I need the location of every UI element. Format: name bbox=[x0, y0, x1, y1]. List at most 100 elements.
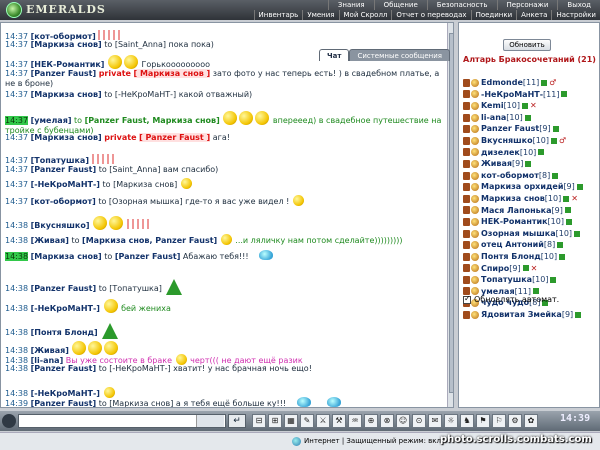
message-recipient[interactable]: [Топатушка] bbox=[109, 284, 162, 293]
info-icon[interactable] bbox=[524, 114, 531, 121]
info-icon[interactable] bbox=[552, 126, 559, 133]
info-icon[interactable] bbox=[559, 253, 566, 260]
user-list-item[interactable]: Вкусняшко [10] ♂ bbox=[463, 135, 597, 147]
auto-update-toggle[interactable]: Обновлять автомат. bbox=[463, 294, 559, 304]
toolbar-icon[interactable]: ✎ bbox=[300, 414, 314, 428]
info-icon[interactable] bbox=[551, 137, 557, 144]
nav-item-characters[interactable]: Персонажи bbox=[496, 0, 558, 10]
user-name[interactable]: кот-обормот bbox=[481, 170, 539, 182]
toolbar-icon[interactable]: ⚐ bbox=[492, 414, 506, 428]
toolbar-icon[interactable]: ⊗ bbox=[380, 414, 394, 428]
toolbar-icon[interactable]: ☺ bbox=[396, 414, 410, 428]
user-list-item[interactable]: Топатушка [10] bbox=[463, 274, 597, 286]
info-icon[interactable] bbox=[565, 218, 572, 225]
message-author[interactable]: [Живая] bbox=[31, 236, 69, 245]
message-author[interactable]: [Panzer Faust] bbox=[31, 399, 97, 407]
toolbar-icon[interactable]: ♒ bbox=[348, 414, 362, 428]
toolbar-icon[interactable]: ⊙ bbox=[412, 414, 426, 428]
user-name[interactable]: Живая bbox=[481, 158, 512, 170]
message-recipient[interactable]: [Panzer Faust] bbox=[115, 252, 181, 261]
message-author[interactable]: [Panzer Faust] bbox=[31, 284, 97, 293]
user-list-item[interactable]: Edmonde [11] ♂ bbox=[463, 77, 597, 89]
info-icon[interactable] bbox=[550, 276, 557, 283]
user-name[interactable]: Ядовитая Змейка bbox=[481, 309, 562, 321]
private-recipient[interactable]: [ Panzer Faust ] bbox=[139, 133, 211, 142]
message-recipient[interactable]: [Panzer Faust, Маркиза снов] bbox=[85, 116, 220, 125]
info-icon[interactable] bbox=[552, 172, 559, 179]
message-recipient[interactable]: [-НеКроМаНТ-] bbox=[109, 364, 170, 373]
user-name[interactable]: Маркиза орхидей bbox=[481, 181, 563, 193]
send-button[interactable]: ↵ bbox=[228, 414, 246, 428]
user-list-item[interactable]: Понтя Блонд [10] bbox=[463, 251, 597, 263]
input-scrollbar[interactable] bbox=[196, 415, 224, 427]
tab-system-messages[interactable]: Системные сообщения bbox=[349, 49, 450, 61]
toolbar-icon[interactable]: ⊞ bbox=[268, 414, 282, 428]
toolbar-icon[interactable]: ⚔ bbox=[316, 414, 330, 428]
message-author[interactable]: [Топатушка] bbox=[31, 156, 89, 165]
nav-item-knowledge[interactable]: Знания bbox=[327, 0, 374, 10]
message-author[interactable]: [Panzer Faust] bbox=[31, 69, 97, 78]
info-icon[interactable] bbox=[557, 242, 564, 249]
user-name[interactable]: -НеКроМаНТ- bbox=[481, 89, 543, 101]
message-author[interactable]: [Panzer Faust] bbox=[31, 364, 97, 373]
user-name[interactable]: Понтя Блонд bbox=[481, 251, 541, 263]
message-recipient[interactable]: [Saint_Anna] bbox=[115, 40, 166, 49]
user-name[interactable]: НЕК-Романтик bbox=[481, 216, 548, 228]
refresh-button[interactable]: Обновить bbox=[503, 39, 551, 51]
message-author[interactable]: [Маркиза снов] bbox=[31, 252, 102, 261]
toolbar-icon[interactable]: ✉ bbox=[428, 414, 442, 428]
info-icon[interactable] bbox=[521, 102, 528, 109]
nav-item-settings[interactable]: Настройки bbox=[551, 10, 600, 20]
info-icon[interactable] bbox=[561, 91, 568, 98]
message-recipient[interactable]: [Маркиза снов] bbox=[109, 399, 173, 407]
nav-item-security[interactable]: Безопасность bbox=[426, 0, 497, 10]
message-author[interactable]: [Маркиза снов] bbox=[31, 40, 102, 49]
nav-item-duels[interactable]: Поединки bbox=[470, 10, 517, 20]
info-icon[interactable] bbox=[574, 230, 581, 237]
message-author[interactable]: [умелая] bbox=[31, 116, 72, 125]
info-icon[interactable] bbox=[538, 149, 545, 156]
user-name[interactable]: Kemi bbox=[481, 100, 504, 112]
user-list-item[interactable]: кот-обормот [8] bbox=[463, 170, 597, 182]
user-name[interactable]: Edmonde bbox=[481, 77, 523, 89]
tab-chat[interactable]: Чат bbox=[319, 49, 350, 61]
user-name[interactable]: Panzer Faust bbox=[481, 123, 539, 135]
message-input[interactable] bbox=[18, 414, 226, 428]
toolbar-icon[interactable]: ⚒ bbox=[332, 414, 346, 428]
auto-update-checkbox[interactable] bbox=[463, 294, 471, 304]
message-recipient[interactable]: [Маркиза снов, Panzer Faust] bbox=[82, 236, 217, 245]
user-list-item[interactable]: Kemi [10] ✕ bbox=[463, 100, 597, 112]
message-recipient[interactable]: [-НеКроМаНТ-] bbox=[115, 90, 176, 99]
message-author[interactable]: [Panzer Faust] bbox=[31, 165, 97, 174]
toolbar-icon[interactable]: ⚙ bbox=[508, 414, 522, 428]
chat-scrollbar[interactable] bbox=[447, 23, 453, 407]
user-list-item[interactable]: отец Антоний [8] bbox=[463, 239, 597, 251]
message-author[interactable]: [Понтя Блонд] bbox=[31, 328, 98, 337]
nav-item-profile[interactable]: Анкета bbox=[516, 10, 551, 20]
nav-item-exit[interactable]: Выход bbox=[557, 0, 600, 10]
message-author[interactable]: [Маркиза снов] bbox=[31, 133, 102, 142]
info-icon[interactable] bbox=[522, 265, 529, 272]
toolbar-icon[interactable]: ☼ bbox=[444, 414, 458, 428]
user-name[interactable]: Спиро bbox=[481, 263, 509, 275]
chat-scrollbar-thumb[interactable] bbox=[449, 33, 453, 393]
user-list-item[interactable]: Мася Лапонька [9] bbox=[463, 205, 597, 217]
user-list-item[interactable]: Озорная мышка [10] bbox=[463, 228, 597, 240]
user-name[interactable]: Маркиза снов bbox=[481, 193, 545, 205]
user-name[interactable]: дизелек bbox=[481, 147, 520, 159]
user-name[interactable]: li-ana bbox=[481, 112, 506, 124]
nav-item-transfers-report[interactable]: Отчет о переводах bbox=[391, 10, 470, 20]
user-name[interactable]: отец Антоний bbox=[481, 239, 544, 251]
info-icon[interactable] bbox=[575, 311, 582, 318]
private-recipient[interactable]: [ Маркиза снов ] bbox=[133, 69, 211, 78]
user-list-item[interactable]: -НеКроМаНТ- [11] bbox=[463, 89, 597, 101]
toolbar-icon[interactable]: ⊕ bbox=[364, 414, 378, 428]
info-icon[interactable] bbox=[541, 79, 548, 86]
user-list-item[interactable]: Маркиза орхидей [9] bbox=[463, 181, 597, 193]
user-name[interactable]: Вкусняшко bbox=[481, 135, 533, 147]
message-author[interactable]: [НЕК-Романтик] bbox=[31, 60, 105, 69]
user-list-item[interactable]: Маркиза снов [10] ✕ bbox=[463, 193, 597, 205]
user-list-item[interactable]: Живая [9] bbox=[463, 158, 597, 170]
user-list-item[interactable]: li-ana [10] bbox=[463, 112, 597, 124]
info-icon[interactable] bbox=[564, 207, 571, 214]
